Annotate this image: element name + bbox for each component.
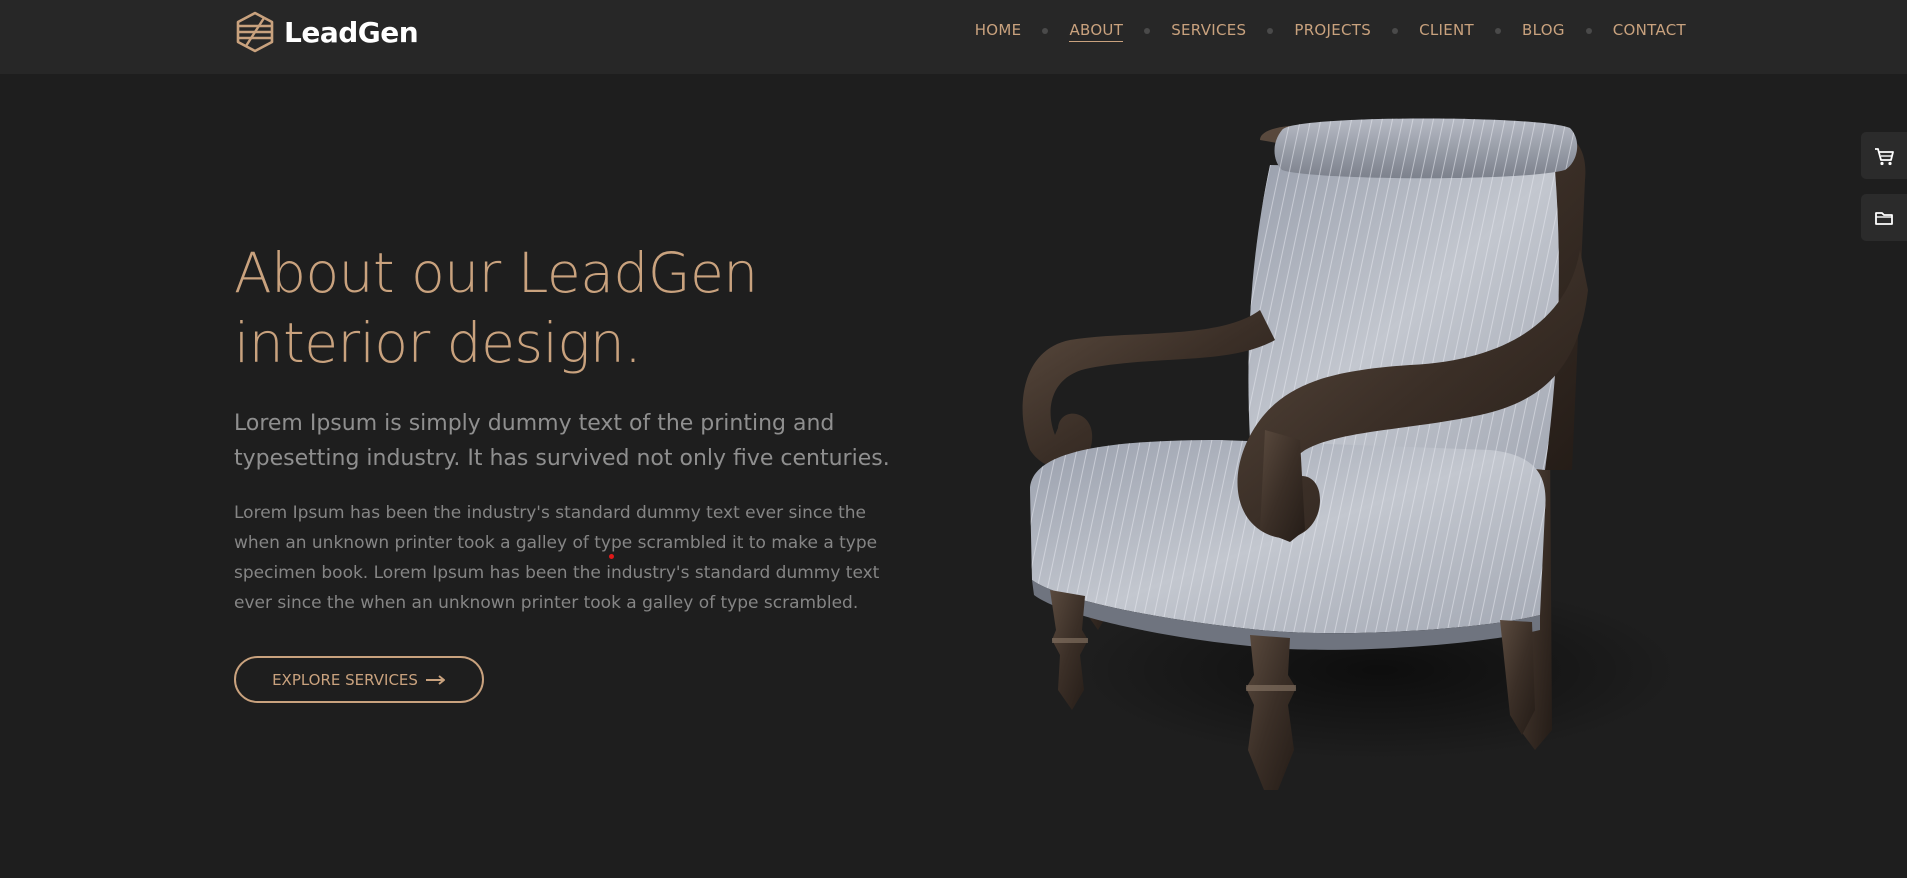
nav-separator <box>1042 28 1049 34</box>
site-header: LeadGen HOME ABOUT SERVICES PROJECTS CLI… <box>0 0 1907 74</box>
nav-separator <box>1267 28 1274 34</box>
logo-text: LeadGen <box>284 15 419 49</box>
folder-icon <box>1875 211 1893 225</box>
hero-lead: Lorem Ipsum is simply dummy text of the … <box>234 411 890 471</box>
cart-icon <box>1875 147 1894 165</box>
logo[interactable]: LeadGen <box>234 10 419 54</box>
explore-services-label: EXPLORE SERVICES <box>272 670 418 689</box>
cursor-dot <box>609 554 614 559</box>
nav-home[interactable]: HOME <box>975 21 1022 41</box>
logo-icon <box>236 11 274 53</box>
hero-body: Lorem Ipsum has been the industry's stan… <box>234 503 880 613</box>
armchair-image <box>1022 118 1680 790</box>
hero-title: About our LeadGen interior design. <box>234 238 854 378</box>
nav-separator <box>1144 28 1151 34</box>
nav-separator <box>1585 28 1592 34</box>
nav-client[interactable]: CLIENT <box>1419 21 1474 41</box>
nav-services[interactable]: SERVICES <box>1171 21 1246 41</box>
nav-about[interactable]: ABOUT <box>1069 21 1124 42</box>
arrow-right-icon <box>425 674 445 685</box>
nav-separator <box>1495 28 1502 34</box>
nav-projects[interactable]: PROJECTS <box>1294 21 1371 41</box>
nav-contact[interactable]: CONTACT <box>1613 21 1686 41</box>
explore-services-button[interactable]: EXPLORE SERVICES <box>234 656 484 703</box>
hero-title-line1: About our LeadGen <box>234 241 758 305</box>
cart-button[interactable] <box>1861 132 1907 179</box>
nav-blog[interactable]: BLOG <box>1522 21 1565 41</box>
main-nav: HOME ABOUT SERVICES PROJECTS CLIENT BLOG… <box>975 0 1686 62</box>
nav-separator <box>1392 28 1399 34</box>
hero-title-line2: interior design. <box>234 311 642 375</box>
folder-button[interactable] <box>1861 194 1907 241</box>
